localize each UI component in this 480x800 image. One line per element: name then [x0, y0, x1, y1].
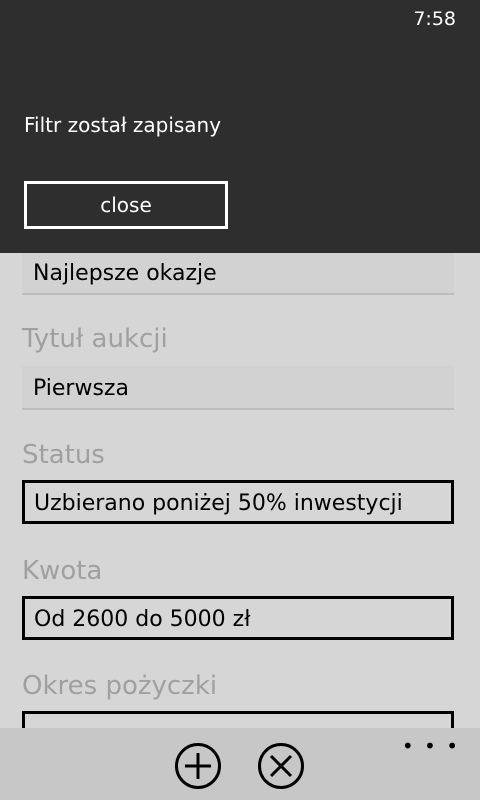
- add-icon[interactable]: [175, 743, 221, 789]
- status-bar: 7:58: [0, 0, 480, 32]
- status-value: Uzbierano poniżej 50% inwestycji: [34, 491, 403, 516]
- close-button[interactable]: close: [24, 181, 228, 229]
- app-bar: • • •: [0, 728, 480, 800]
- more-options-button[interactable]: • • •: [402, 734, 460, 758]
- amount-value: Od 2600 do 5000 zł: [34, 607, 251, 632]
- amount-picker[interactable]: Od 2600 do 5000 zł: [22, 596, 454, 640]
- status-time: 7:58: [413, 8, 456, 30]
- loan-period-label: Okres pożyczki: [22, 671, 218, 701]
- notification-toast: 7:58 Filtr został zapisany close: [0, 0, 480, 253]
- filter-name-value: Najlepsze okazje: [33, 261, 217, 286]
- auction-title-value: Pierwsza: [33, 376, 129, 401]
- status-label: Status: [22, 440, 105, 470]
- cancel-icon[interactable]: [258, 743, 304, 789]
- auction-title-label: Tytuł aukcji: [22, 324, 168, 354]
- auction-title-field[interactable]: Pierwsza: [22, 366, 454, 410]
- notification-message: Filtr został zapisany: [24, 113, 222, 137]
- amount-label: Kwota: [22, 556, 103, 586]
- status-picker[interactable]: Uzbierano poniżej 50% inwestycji: [22, 480, 454, 524]
- filter-name-field[interactable]: Najlepsze okazje: [22, 251, 454, 295]
